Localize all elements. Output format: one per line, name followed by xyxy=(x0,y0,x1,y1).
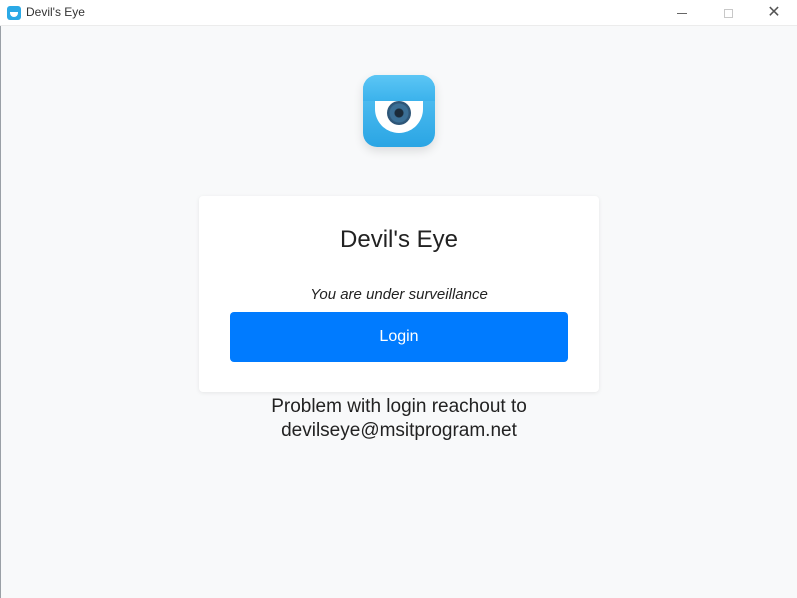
close-button[interactable]: ✕ xyxy=(751,0,797,26)
eye-white xyxy=(375,101,423,133)
eye-iris xyxy=(387,101,411,125)
close-icon: ✕ xyxy=(767,4,781,21)
window-border xyxy=(0,26,1,598)
help-email[interactable]: devilseye@msitprogram.net xyxy=(199,419,599,443)
login-button[interactable]: Login xyxy=(230,312,568,362)
window-title: Devil's Eye xyxy=(26,5,85,19)
devils-eye-app-icon xyxy=(7,6,21,20)
surveillance-subtitle: You are under surveillance xyxy=(310,286,488,303)
minimize-icon xyxy=(677,12,687,14)
login-help-text: Problem with login reachout to devilseye… xyxy=(199,395,599,443)
login-card: Devil's Eye You are under surveillance L… xyxy=(199,196,599,392)
maximize-button[interactable] xyxy=(705,0,751,26)
help-line: Problem with login reachout to xyxy=(271,396,527,417)
app-title: Devil's Eye xyxy=(340,226,458,253)
maximize-icon xyxy=(723,8,733,18)
eye-lid xyxy=(363,75,435,101)
title-bar: Devil's Eye ✕ xyxy=(0,0,797,26)
minimize-button[interactable] xyxy=(659,0,705,26)
eye-logo-icon xyxy=(363,75,435,147)
